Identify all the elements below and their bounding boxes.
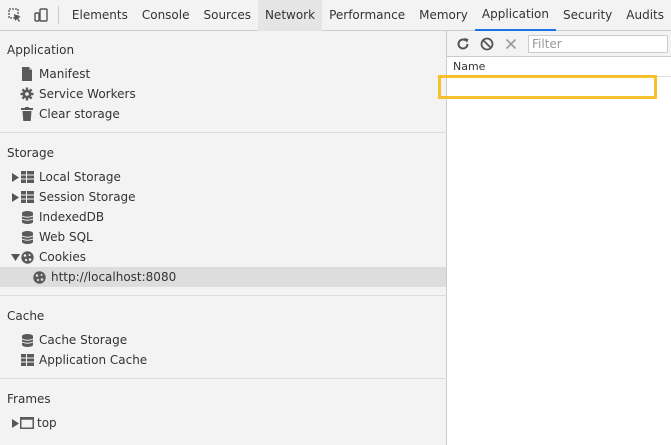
section-divider xyxy=(0,295,447,296)
grid-icon xyxy=(20,353,34,367)
cookie-icon xyxy=(20,250,34,264)
expand-arrow-icon[interactable] xyxy=(10,418,20,428)
section-title-storage: Storage xyxy=(7,146,54,160)
sidebar-item-label: Local Storage xyxy=(39,170,121,184)
sidebar-item-label: Web SQL xyxy=(39,230,93,244)
database-icon xyxy=(20,333,34,347)
section-title-frames: Frames xyxy=(7,392,51,406)
document-icon xyxy=(20,67,34,81)
sidebar-item-label: Session Storage xyxy=(39,190,136,204)
trash-icon xyxy=(20,107,34,121)
grid-icon xyxy=(20,170,34,184)
sidebar-item-label: top xyxy=(37,416,57,430)
expand-arrow-icon[interactable] xyxy=(10,172,20,182)
sidebar-item-service-workers[interactable]: Service Workers xyxy=(0,84,446,104)
cookies-table-pane: Name xyxy=(447,31,671,445)
device-toggle-icon[interactable] xyxy=(30,4,52,26)
tab-audits[interactable]: Audits xyxy=(619,0,671,31)
tab-security[interactable]: Security xyxy=(556,0,619,31)
sidebar-item-cookies[interactable]: Cookies xyxy=(0,247,446,267)
tab-memory[interactable]: Memory xyxy=(412,0,475,31)
sidebar-item-label: Service Workers xyxy=(39,87,136,101)
sidebar-item-label: Cookies xyxy=(39,250,86,264)
section-divider xyxy=(0,378,447,379)
filter-input[interactable] xyxy=(528,34,668,53)
tab-performance[interactable]: Performance xyxy=(322,0,412,31)
application-sidebar: Application Manifest Service Workers Cle… xyxy=(0,31,447,445)
sidebar-item-label: Clear storage xyxy=(39,107,120,121)
sidebar-item-label: Application Cache xyxy=(39,353,148,367)
sidebar-item-local-storage[interactable]: Local Storage xyxy=(0,167,446,187)
cookie-icon xyxy=(32,270,46,284)
grid-icon xyxy=(20,190,34,204)
sidebar-item-indexeddb[interactable]: IndexedDB xyxy=(0,207,446,227)
section-divider xyxy=(0,132,447,133)
sidebar-item-web-sql[interactable]: Web SQL xyxy=(0,227,446,247)
sidebar-item-cookie-origin[interactable]: http://localhost:8080 xyxy=(0,267,446,287)
sidebar-item-manifest[interactable]: Manifest xyxy=(0,64,446,84)
clear-icon[interactable] xyxy=(476,34,498,54)
devtools-toolbar: Elements Console Sources Network Perform… xyxy=(0,0,671,31)
gear-icon xyxy=(20,87,34,101)
tab-network[interactable]: Network xyxy=(257,0,323,31)
frame-icon xyxy=(20,416,34,430)
collapse-arrow-icon[interactable] xyxy=(10,253,20,261)
section-title-cache: Cache xyxy=(7,309,45,323)
tab-sources[interactable]: Sources xyxy=(196,0,257,31)
sidebar-item-label: http://localhost:8080 xyxy=(51,270,177,284)
sidebar-item-label: Cache Storage xyxy=(39,333,128,347)
column-header-name[interactable]: Name xyxy=(447,57,671,77)
refresh-icon[interactable] xyxy=(452,34,474,54)
sidebar-item-session-storage[interactable]: Session Storage xyxy=(0,187,446,207)
section-title-application: Application xyxy=(7,43,75,57)
tab-application[interactable]: Application xyxy=(474,0,556,31)
database-icon xyxy=(20,210,34,224)
database-icon xyxy=(20,230,34,244)
delete-icon[interactable] xyxy=(500,34,522,54)
expand-arrow-icon[interactable] xyxy=(10,192,20,202)
sidebar-item-frame-top[interactable]: top xyxy=(0,413,446,433)
sidebar-item-label: Manifest xyxy=(39,67,91,81)
sidebar-item-clear-storage[interactable]: Clear storage xyxy=(0,104,446,124)
tab-console[interactable]: Console xyxy=(135,0,197,31)
tab-elements[interactable]: Elements xyxy=(65,0,135,31)
sidebar-item-cache-storage[interactable]: Cache Storage xyxy=(0,330,446,350)
cookies-toolbar xyxy=(447,31,671,57)
sidebar-item-label: IndexedDB xyxy=(39,210,105,224)
inspect-element-icon[interactable] xyxy=(4,4,26,26)
sidebar-item-application-cache[interactable]: Application Cache xyxy=(0,350,446,370)
toolbar-separator xyxy=(57,6,59,24)
